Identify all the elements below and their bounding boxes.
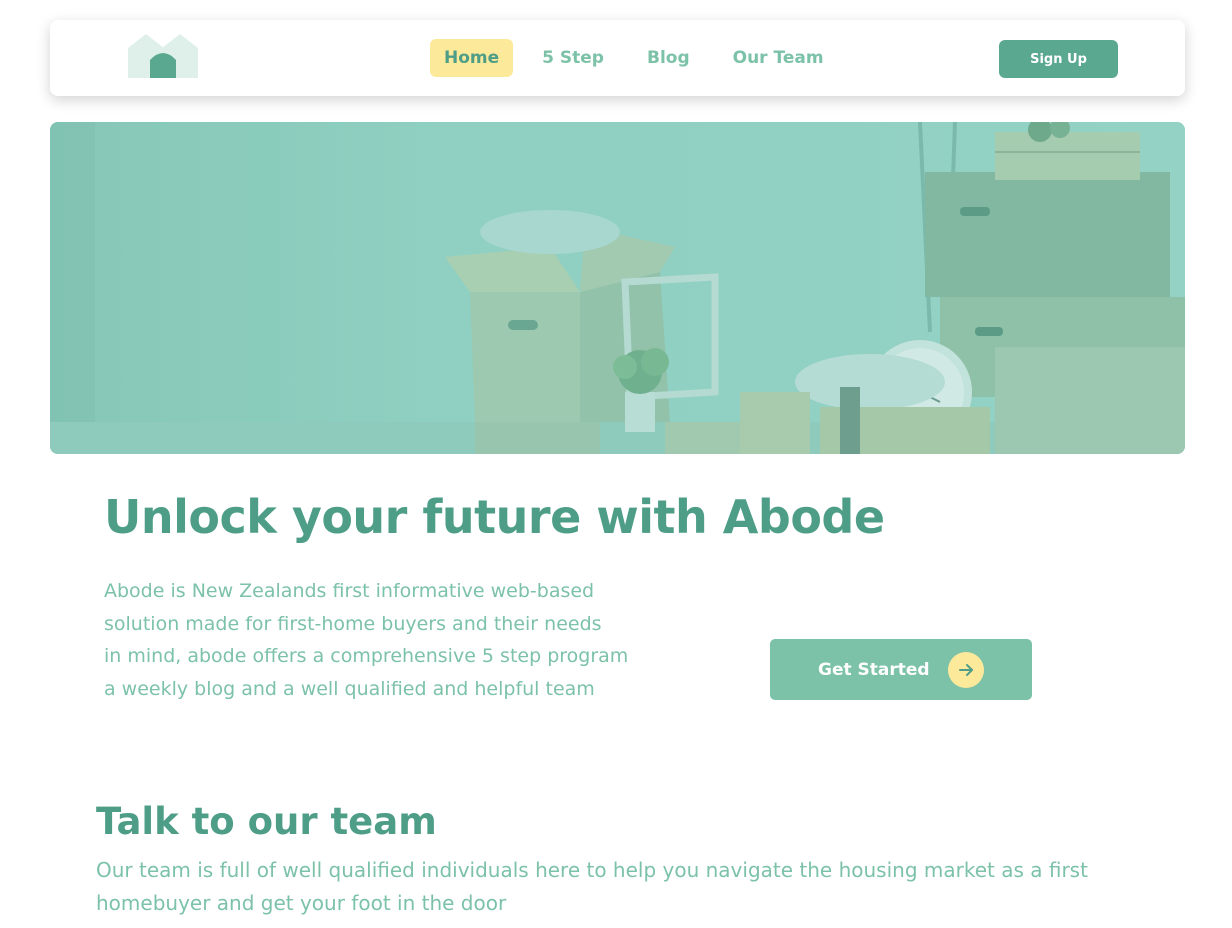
- page-title: Unlock your future with Abode: [104, 490, 885, 544]
- get-started-button[interactable]: Get Started: [770, 639, 1032, 700]
- nav-link-5-step[interactable]: 5 Step: [528, 39, 618, 77]
- moving-boxes-photo: [50, 122, 1185, 454]
- hero-image: [50, 122, 1185, 454]
- sign-up-button[interactable]: Sign Up: [999, 40, 1118, 78]
- page: Home 5 Step Blog Our Team Sign Up Unlock…: [0, 0, 1232, 928]
- intro-line: a weekly blog and a well qualified and h…: [104, 677, 595, 700]
- intro-line: solution made for first-home buyers and …: [104, 612, 602, 635]
- intro-line: in mind, abode offers a comprehensive 5 …: [104, 645, 629, 667]
- nav-links: Home 5 Step Blog Our Team: [430, 39, 853, 77]
- team-description: Our team is full of well qualified indiv…: [96, 858, 1088, 915]
- team-heading: Talk to our team: [96, 800, 437, 843]
- house-logo-icon[interactable]: [128, 34, 200, 78]
- intro-line: Abode is New Zealands first informative …: [104, 580, 595, 602]
- nav-link-blog[interactable]: Blog: [633, 39, 704, 77]
- navbar: Home 5 Step Blog Our Team Sign Up: [50, 20, 1185, 96]
- intro-paragraph: Abode is New Zealands first informative …: [104, 575, 704, 705]
- arrow-right-icon: [948, 652, 984, 688]
- get-started-label: Get Started: [818, 659, 930, 680]
- nav-link-home[interactable]: Home: [430, 39, 514, 77]
- nav-link-our-team[interactable]: Our Team: [719, 39, 838, 77]
